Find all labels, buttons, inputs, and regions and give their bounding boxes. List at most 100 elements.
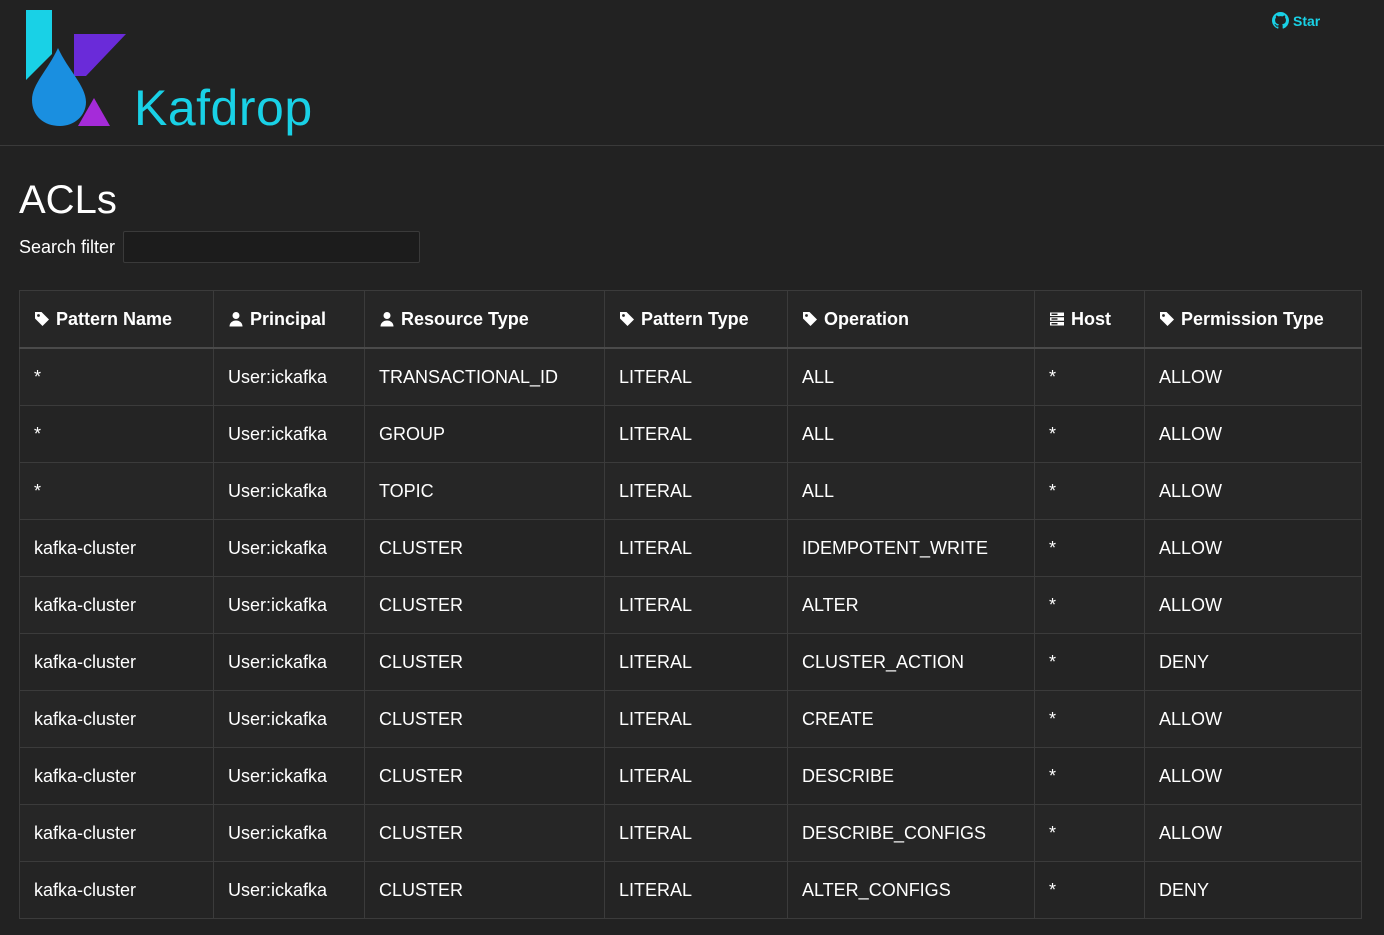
table-row: kafka-cluster User:ickafka CLUSTER LITERAL D…	[19, 747, 1362, 805]
column-header-label: Pattern Type	[641, 308, 749, 329]
cell-pattern-type: LITERAL	[604, 804, 788, 862]
cell-principal: User:ickafka	[213, 690, 365, 748]
cell-pattern-name: kafka-cluster	[19, 519, 214, 577]
cell-pattern-name: kafka-cluster	[19, 576, 214, 634]
column-header-label: Pattern Name	[56, 308, 173, 329]
cell-resource-type: CLUSTER	[364, 519, 605, 577]
cell-operation: CREATE	[787, 690, 1035, 748]
column-header-label: Principal	[250, 308, 327, 329]
column-header-resource-type[interactable]: Resource Type	[364, 290, 605, 349]
server-icon	[1050, 312, 1064, 326]
tag-icon	[35, 312, 49, 326]
cell-principal: User:ickafka	[213, 861, 365, 919]
star-label: Star	[1293, 12, 1321, 29]
table-row: * User:ickafka TOPIC LITERAL ALL * ALLOW	[19, 462, 1362, 520]
cell-pattern-type: LITERAL	[604, 347, 788, 406]
cell-pattern-type: LITERAL	[604, 633, 788, 691]
cell-permission-type: ALLOW	[1144, 519, 1362, 577]
cell-resource-type: CLUSTER	[364, 633, 605, 691]
github-icon	[1272, 12, 1289, 29]
cell-operation: ALL	[787, 405, 1035, 463]
column-header-content: Pattern Name	[34, 309, 199, 330]
column-header-content: Pattern Type	[619, 309, 773, 330]
cell-operation: ALL	[787, 347, 1035, 406]
cell-operation: CLUSTER_ACTION	[787, 633, 1035, 691]
acl-table: Pattern Name Principal Resource Type Patter…	[19, 290, 1362, 919]
cell-resource-type: TRANSACTIONAL_ID	[364, 347, 605, 406]
cell-permission-type: ALLOW	[1144, 804, 1362, 862]
user-icon	[229, 312, 243, 327]
cell-principal: User:ickafka	[213, 576, 365, 634]
cell-permission-type: ALLOW	[1144, 347, 1362, 406]
cell-resource-type: CLUSTER	[364, 690, 605, 748]
cell-host: *	[1034, 861, 1145, 919]
column-header-content: Permission Type	[1159, 309, 1347, 330]
cell-resource-type: CLUSTER	[364, 747, 605, 805]
cell-pattern-name: kafka-cluster	[19, 690, 214, 748]
cell-operation: ALTER	[787, 576, 1035, 634]
table-row: kafka-cluster User:ickafka CLUSTER LITERAL I…	[19, 519, 1362, 577]
table-body: * User:ickafka TRANSACTIONAL_ID LITERAL ALL *…	[19, 347, 1362, 919]
github-star-button[interactable]: Star	[1272, 12, 1320, 29]
tag-icon	[803, 312, 817, 326]
cell-host: *	[1034, 690, 1145, 748]
column-header-permission-type[interactable]: Permission Type	[1144, 290, 1362, 349]
cell-permission-type: ALLOW	[1144, 405, 1362, 463]
table-row: kafka-cluster User:ickafka CLUSTER LITERAL C…	[19, 633, 1362, 691]
column-header-content: Operation	[802, 309, 1020, 330]
column-header-content: Host	[1049, 309, 1130, 330]
column-header-pattern-type[interactable]: Pattern Type	[604, 290, 788, 349]
column-header-pattern-name[interactable]: Pattern Name	[19, 290, 214, 349]
cell-permission-type: ALLOW	[1144, 690, 1362, 748]
table-row: kafka-cluster User:ickafka CLUSTER LITERAL A…	[19, 861, 1362, 919]
page-title: ACLs	[19, 178, 117, 222]
app-header: Kafdrop Star	[0, 0, 1384, 146]
cell-host: *	[1034, 405, 1145, 463]
column-header-label: Resource Type	[401, 308, 529, 329]
cell-pattern-type: LITERAL	[604, 405, 788, 463]
cell-resource-type: CLUSTER	[364, 576, 605, 634]
column-header-content: Principal	[228, 309, 350, 330]
cell-pattern-name: kafka-cluster	[19, 861, 214, 919]
kafdrop-logo-icon[interactable]	[24, 8, 128, 128]
cell-host: *	[1034, 576, 1145, 634]
cell-pattern-name: *	[19, 462, 214, 520]
cell-resource-type: TOPIC	[364, 462, 605, 520]
table-row: kafka-cluster User:ickafka CLUSTER LITERAL A…	[19, 576, 1362, 634]
cell-pattern-name: kafka-cluster	[19, 633, 214, 691]
column-header-content: Resource Type	[379, 309, 590, 330]
cell-pattern-name: kafka-cluster	[19, 804, 214, 862]
cell-operation: IDEMPOTENT_WRITE	[787, 519, 1035, 577]
cell-host: *	[1034, 519, 1145, 577]
table-row: * User:ickafka GROUP LITERAL ALL * ALLOW	[19, 405, 1362, 463]
cell-principal: User:ickafka	[213, 462, 365, 520]
cell-operation: ALTER_CONFIGS	[787, 861, 1035, 919]
cell-pattern-type: LITERAL	[604, 747, 788, 805]
cell-host: *	[1034, 804, 1145, 862]
cell-pattern-type: LITERAL	[604, 861, 788, 919]
cell-operation: DESCRIBE	[787, 747, 1035, 805]
tag-icon	[620, 312, 634, 326]
cell-principal: User:ickafka	[213, 804, 365, 862]
cell-principal: User:ickafka	[213, 519, 365, 577]
column-header-operation[interactable]: Operation	[787, 290, 1035, 349]
cell-pattern-name: *	[19, 405, 214, 463]
cell-host: *	[1034, 747, 1145, 805]
cell-resource-type: CLUSTER	[364, 861, 605, 919]
cell-host: *	[1034, 462, 1145, 520]
cell-permission-type: ALLOW	[1144, 576, 1362, 634]
table-row: kafka-cluster User:ickafka CLUSTER LITERAL C…	[19, 690, 1362, 748]
cell-pattern-type: LITERAL	[604, 690, 788, 748]
cell-host: *	[1034, 347, 1145, 406]
column-header-principal[interactable]: Principal	[213, 290, 365, 349]
column-header-host[interactable]: Host	[1034, 290, 1145, 349]
cell-pattern-type: LITERAL	[604, 576, 788, 634]
column-header-label: Operation	[824, 308, 910, 329]
table-header-row: Pattern Name Principal Resource Type Patter…	[19, 290, 1362, 349]
cell-operation: DESCRIBE_CONFIGS	[787, 804, 1035, 862]
cell-permission-type: DENY	[1144, 633, 1362, 691]
search-filter-input[interactable]	[123, 231, 421, 263]
cell-principal: User:ickafka	[213, 405, 365, 463]
brand-title[interactable]: Kafdrop	[134, 78, 313, 138]
column-header-label: Host	[1071, 308, 1111, 329]
